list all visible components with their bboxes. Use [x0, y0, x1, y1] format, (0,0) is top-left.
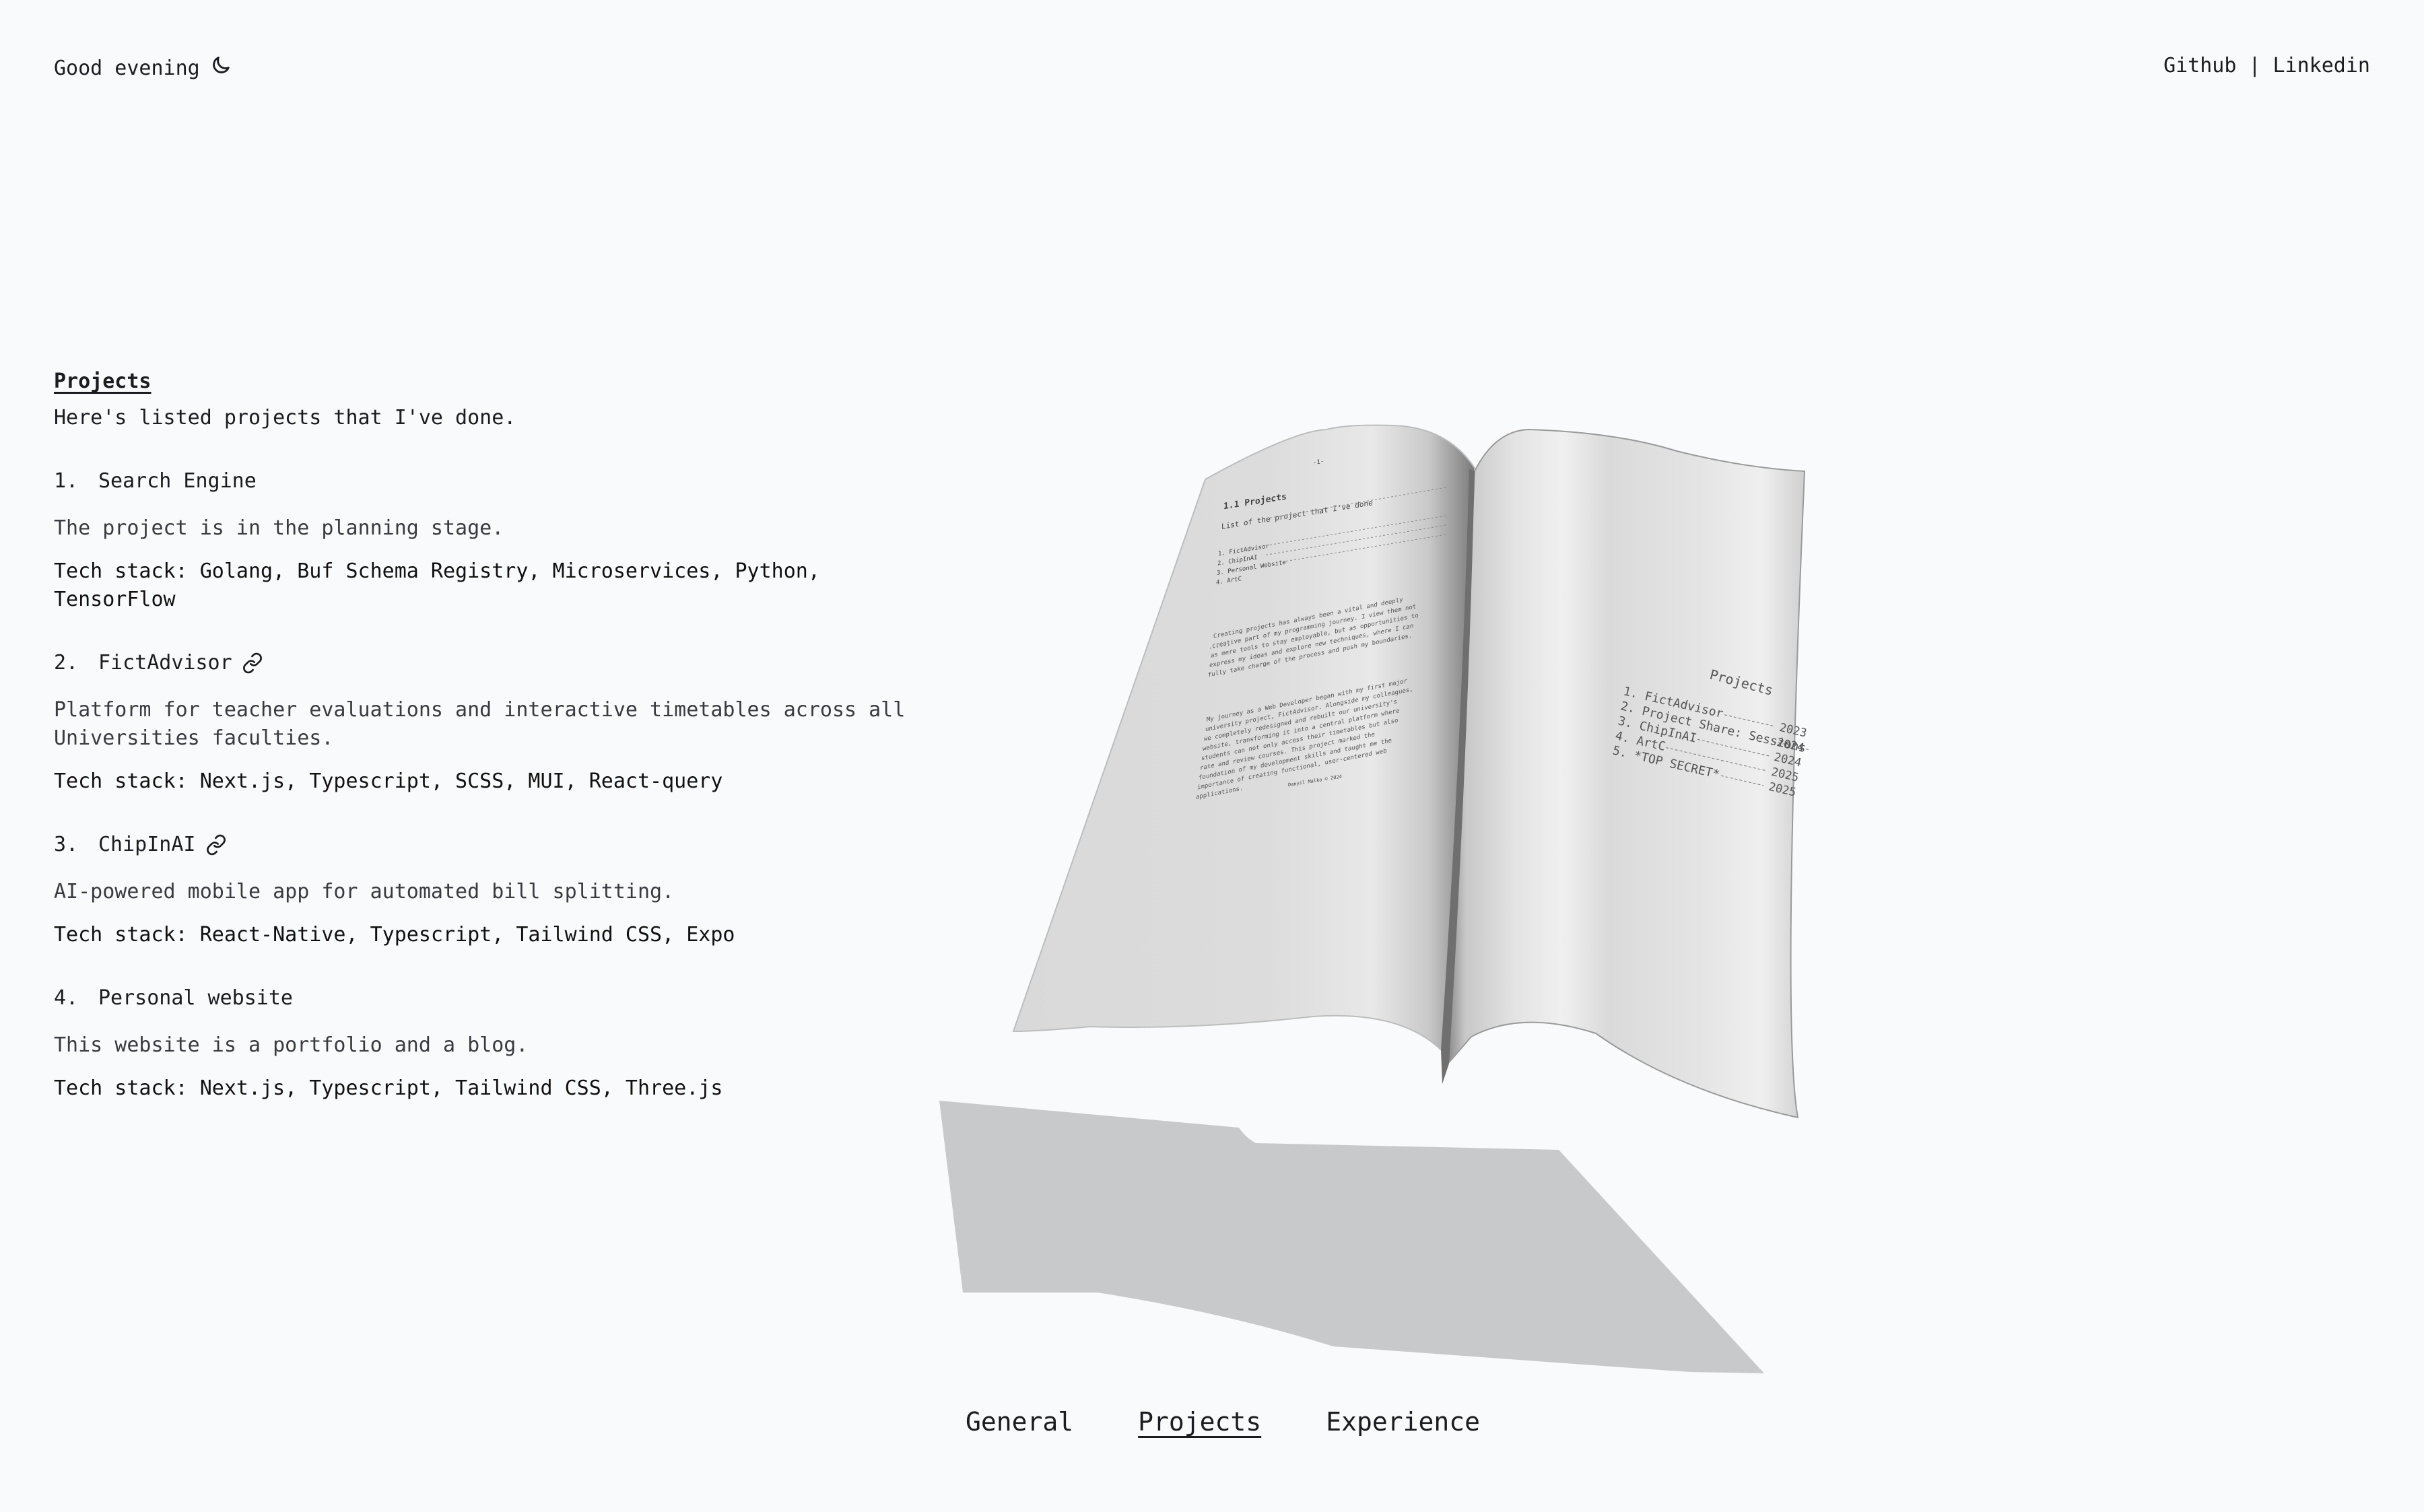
project-header: 2. FictAdvisor — [54, 649, 929, 677]
nav-item-experience[interactable]: Experience — [1326, 1407, 1480, 1437]
bottom-nav: General Projects Experience — [966, 1407, 1480, 1437]
project-tech-stack: Tech stack: React-Native, Typescript, Ta… — [54, 923, 735, 947]
section-title: Projects — [54, 370, 152, 393]
project-item-search-engine: 1. Search Engine The project is in the p… — [54, 467, 929, 614]
moon-icon[interactable] — [209, 54, 232, 82]
project-item-personal-website: 4. Personal website This website is a po… — [54, 984, 929, 1103]
book-3d-model[interactable]: -1- 1.1 Projects List of the project tha… — [936, 417, 2027, 1387]
projects-section: Projects Here's listed projects that I'v… — [54, 368, 929, 1103]
link-icon[interactable] — [205, 834, 227, 856]
greeting-text: Good evening — [54, 56, 200, 80]
book-right-page — [1446, 428, 1806, 1119]
link-icon[interactable] — [242, 652, 263, 674]
project-description: AI-powered mobile app for automated bill… — [54, 880, 675, 903]
project-description: Platform for teacher evaluations and int… — [54, 698, 906, 750]
project-header: 4. Personal website — [54, 984, 929, 1012]
project-tech-stack: Tech stack: Golang, Buf Schema Registry,… — [54, 559, 820, 611]
project-header: 3. ChipInAI — [54, 831, 929, 859]
project-header: 1. Search Engine — [54, 467, 929, 495]
project-tech-stack: Tech stack: Next.js, Typescript, SCSS, M… — [54, 769, 723, 793]
link-separator: | — [2248, 54, 2261, 77]
nav-item-projects[interactable]: Projects — [1138, 1407, 1261, 1437]
github-link[interactable]: Github — [2163, 54, 2236, 77]
page: Good evening Github | Linkedin Projects … — [0, 0, 2424, 1512]
social-links: Github | Linkedin — [2163, 54, 2370, 77]
project-name: Personal website — [98, 986, 293, 1010]
project-description: The project is in the planning stage. — [54, 516, 504, 540]
project-number: 2. — [54, 651, 79, 675]
project-item-fictadvisor: 2. FictAdvisor Platform for teacher eval… — [54, 649, 929, 796]
project-description: This website is a portfolio and a blog. — [54, 1033, 529, 1057]
project-tech-stack: Tech stack: Next.js, Typescript, Tailwin… — [54, 1076, 723, 1100]
project-item-chipinai: 3. ChipInAI AI-powered mobile app for au… — [54, 831, 929, 949]
project-number: 4. — [54, 986, 79, 1010]
linkedin-link[interactable]: Linkedin — [2273, 54, 2371, 77]
book-shadow — [939, 1101, 1764, 1373]
project-name: ChipInAI — [98, 833, 196, 856]
project-name: FictAdvisor — [98, 651, 232, 675]
project-name: Search Engine — [98, 469, 257, 493]
greeting: Good evening — [54, 54, 232, 82]
project-number: 3. — [54, 833, 79, 856]
project-number: 1. — [54, 469, 79, 493]
nav-item-general[interactable]: General — [966, 1407, 1073, 1437]
section-intro: Here's listed projects that I've done. — [54, 406, 516, 429]
